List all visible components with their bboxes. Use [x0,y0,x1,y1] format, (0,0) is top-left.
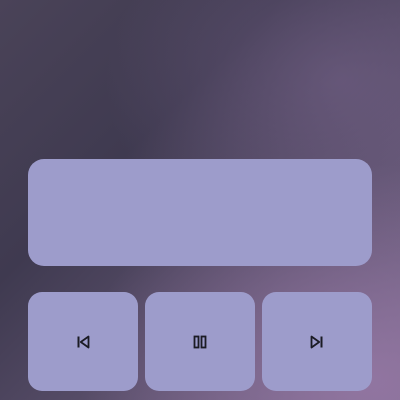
next-track-button[interactable] [262,292,372,391]
skip-previous-icon [75,334,91,350]
now-playing-panel [28,159,372,266]
previous-track-button[interactable] [28,292,138,391]
pause-icon [192,334,208,350]
skip-next-icon [309,334,325,350]
pause-button[interactable] [145,292,255,391]
